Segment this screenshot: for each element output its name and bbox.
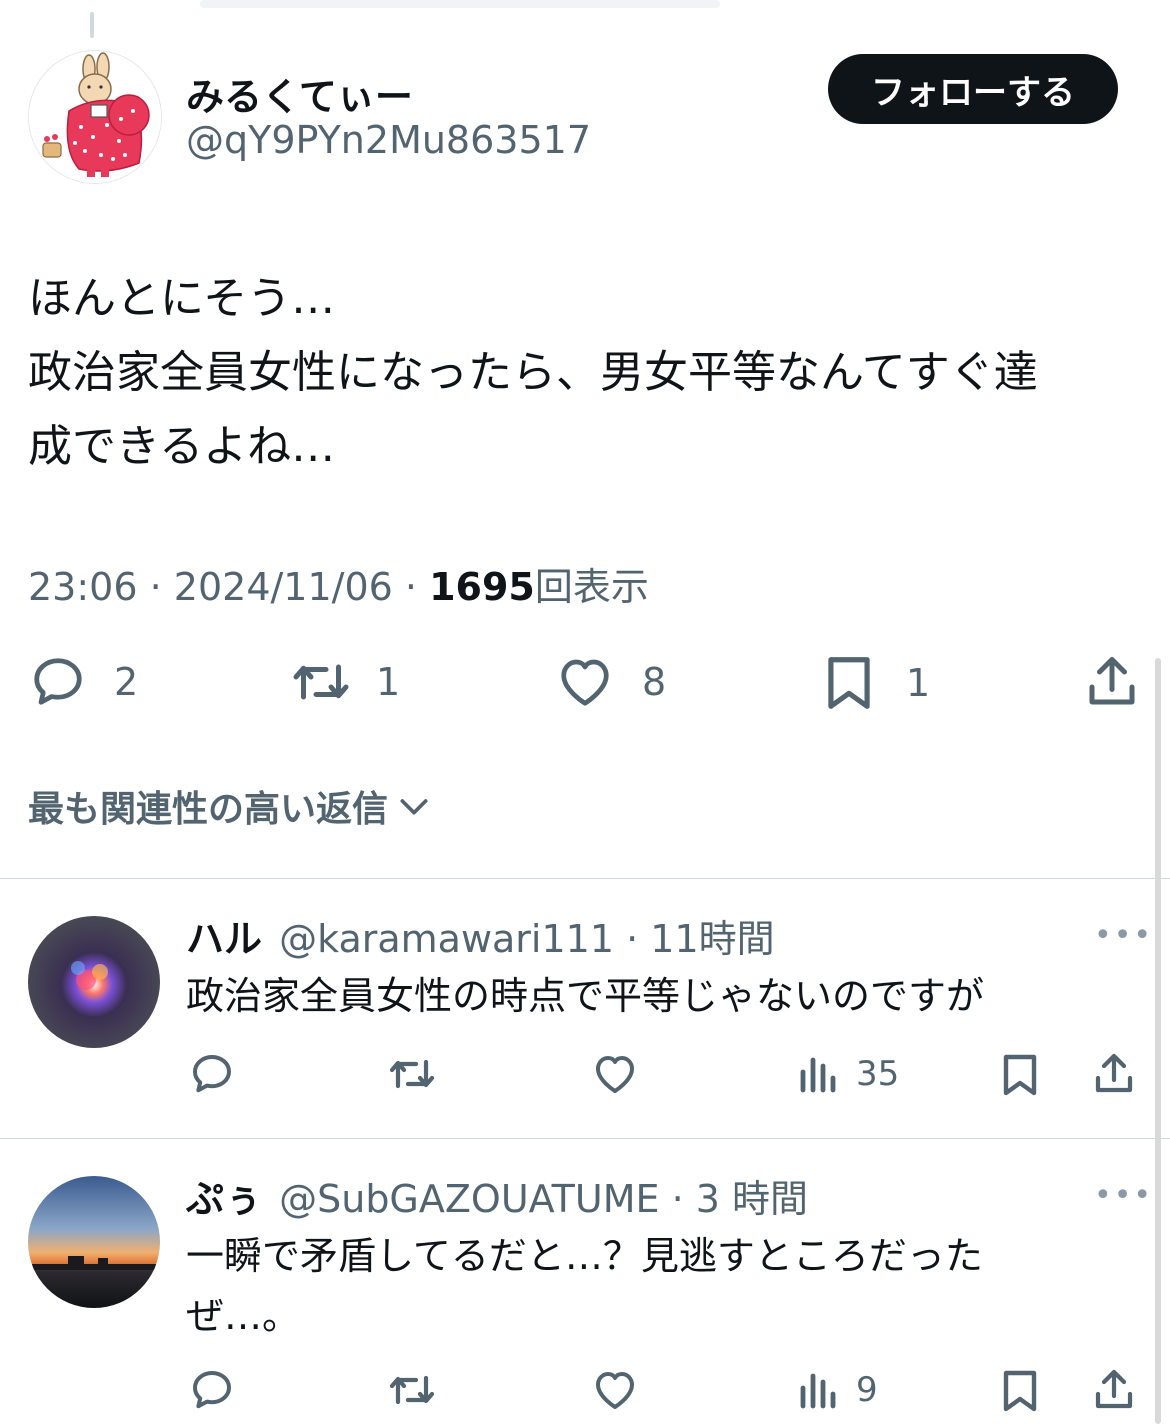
reply-text-line: 一瞬で矛盾してるだと…？見逃すところだった (186, 1234, 983, 1278)
rabbit-illustration (29, 51, 161, 183)
share-button[interactable] (1090, 1366, 1138, 1414)
chevron-down-icon (400, 799, 428, 815)
divider (0, 878, 1170, 879)
reply-avatar[interactable] (28, 916, 160, 1048)
author-handle[interactable]: @qY9PYn2Mu863517 (186, 118, 591, 162)
author-display-name[interactable]: みるくてぃー (186, 66, 413, 121)
heart-icon (561, 659, 609, 706)
reply-time[interactable]: 11時間 (650, 917, 774, 961)
meta-separator: · (149, 565, 162, 609)
retweet-button[interactable] (386, 1050, 438, 1098)
ellipsis-icon: ••• (1094, 1178, 1154, 1213)
top-bar-remnant (200, 0, 720, 8)
retweet-arrows-icon (293, 664, 349, 700)
share-upload-icon (1089, 657, 1135, 705)
meta-separator: · (404, 565, 418, 609)
reply-author-handle[interactable]: @SubGAZOUATUME (279, 1177, 659, 1221)
heart-icon (596, 1372, 634, 1409)
heart-icon (596, 1056, 634, 1093)
share-upload-icon (1095, 1053, 1133, 1093)
tweet-text-line: 政治家全員女性になったら、男女平等なんてすぐ達 (28, 347, 1038, 398)
reply-count: 2 (114, 660, 139, 704)
share-button[interactable] (1090, 1050, 1138, 1098)
bookmark-icon (1003, 1370, 1037, 1412)
reply-time[interactable]: 3 時間 (696, 1177, 808, 1221)
tweet-time[interactable]: 23:06 (28, 565, 138, 609)
tweet-meta: 23:06 · 2024/11/06 · 1695回表示 (28, 556, 649, 611)
views-button[interactable]: 35 (796, 1050, 899, 1098)
views-count: 35 (856, 1054, 900, 1094)
view-count: 1695 (429, 565, 535, 609)
sunset-photo (28, 1176, 160, 1308)
bookmark-button[interactable]: 1 (820, 652, 930, 714)
reply-text: 一瞬で矛盾してるだと…？見逃すところだった ぜ…。 (186, 1226, 983, 1346)
bookmark-icon (828, 657, 870, 709)
speech-bubble-icon (193, 1371, 231, 1409)
reply-sort-label: 最も関連性の高い返信 (28, 789, 389, 830)
reply-text-line: 政治家全員女性の時点で平等じゃないのですが (186, 974, 985, 1018)
reply-author-name[interactable]: ぷぅ (186, 1177, 262, 1221)
reply-author-handle[interactable]: @karamawari111 (279, 917, 614, 961)
reply-button[interactable] (188, 1050, 236, 1098)
reply-text-line: ぜ…。 (186, 1294, 301, 1338)
views-count: 9 (856, 1370, 878, 1410)
like-button[interactable]: 8 (554, 652, 666, 712)
retweet-count: 1 (376, 660, 401, 704)
reply-sort-dropdown[interactable]: 最も関連性の高い返信 (28, 780, 434, 832)
reply-header: ハル @karamawari111 · 11時間 (186, 917, 775, 961)
bookmark-button[interactable] (998, 1366, 1042, 1416)
tweet-text-line: ほんとにそう… (28, 273, 336, 324)
bar-chart-icon (800, 1057, 836, 1093)
view-count-label: 回表示 (534, 565, 649, 609)
reply-avatar[interactable] (28, 1176, 160, 1308)
reply-header: ぷぅ @SubGAZOUATUME · 3 時間 (186, 1177, 809, 1221)
reply-text: 政治家全員女性の時点で平等じゃないのですが (186, 966, 984, 1026)
author-avatar[interactable] (28, 50, 162, 184)
more-options-button[interactable]: ••• (1094, 918, 1153, 953)
speech-bubble-icon (193, 1055, 231, 1093)
retweet-button[interactable]: 1 (288, 652, 400, 712)
ellipsis-icon: ••• (1094, 918, 1154, 953)
tweet-date[interactable]: 2024/11/06 (174, 565, 393, 609)
like-button[interactable] (590, 1050, 640, 1098)
thread-connector-line (90, 12, 94, 38)
bookmark-count: 1 (906, 661, 931, 705)
tweet-text: ほんとにそう… 政治家全員女性になったら、男女平等なんてすぐ達 成できるよね… (28, 262, 1148, 484)
nebula-image (28, 916, 160, 1048)
speech-bubble-icon (34, 658, 82, 705)
scrollbar[interactable] (1155, 658, 1161, 1424)
divider (0, 1138, 1170, 1139)
reply-button[interactable] (188, 1366, 236, 1414)
more-options-button[interactable]: ••• (1094, 1178, 1153, 1213)
views-button[interactable]: 9 (796, 1366, 878, 1414)
bookmark-button[interactable] (998, 1050, 1042, 1100)
share-upload-icon (1095, 1369, 1133, 1409)
reply-author-name[interactable]: ハル (186, 917, 262, 961)
bookmark-icon (1003, 1054, 1037, 1096)
follow-button[interactable]: フォローする (828, 54, 1118, 124)
retweet-button[interactable] (386, 1366, 438, 1414)
like-count: 8 (642, 660, 667, 704)
retweet-arrows-icon (389, 1375, 435, 1405)
reply-button[interactable]: 2 (28, 652, 138, 712)
bar-chart-icon (800, 1373, 836, 1409)
retweet-arrows-icon (389, 1059, 435, 1089)
share-button[interactable] (1082, 652, 1142, 712)
tweet-text-line: 成できるよね… (28, 421, 336, 472)
like-button[interactable] (590, 1366, 640, 1414)
